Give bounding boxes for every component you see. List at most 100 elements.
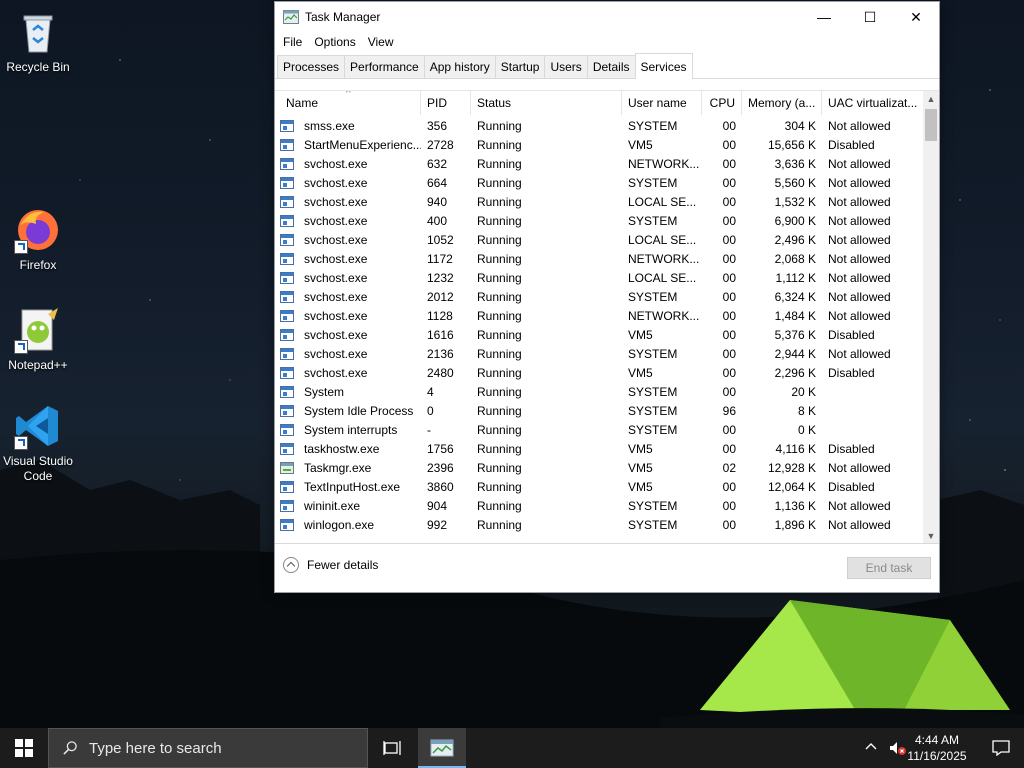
taskbar-search-box[interactable]: Type here to search <box>48 728 368 768</box>
desktop-icon-label: Visual Studio Code <box>3 454 73 483</box>
scroll-up-icon[interactable]: ▲ <box>923 91 939 107</box>
table-row[interactable]: wininit.exe 904 Running SYSTEM 00 1,136 K Not … <box>275 497 923 516</box>
column-header-status[interactable]: Status <box>471 91 622 115</box>
table-row[interactable]: svchost.exe 2012 Running SYSTEM 00 6,324 K Not… <box>275 288 923 307</box>
task-manager-icon <box>283 10 299 24</box>
table-row[interactable]: System 4 Running SYSTEM 00 20 K <box>275 383 923 402</box>
cell-memory: 5,560 K <box>774 176 816 190</box>
process-name: System interrupts <box>304 423 398 437</box>
minimize-button[interactable]: — <box>801 2 847 32</box>
shortcut-arrow-icon <box>14 436 28 450</box>
end-task-button[interactable]: End task <box>847 557 931 579</box>
vertical-scrollbar[interactable]: ▲ ▼ <box>923 91 939 544</box>
cell-user-name: VM5 <box>628 442 653 456</box>
table-row[interactable]: smss.exe 356 Running SYSTEM 00 304 K Not allow… <box>275 117 923 136</box>
column-header-cpu[interactable]: CPU <box>702 91 742 115</box>
column-header-user-name[interactable]: User name <box>622 91 702 115</box>
cell-cpu: 00 <box>722 138 736 152</box>
cell-pid: 904 <box>427 499 448 513</box>
table-row[interactable]: svchost.exe 1172 Running NETWORK... 00 2,068 … <box>275 250 923 269</box>
table-row[interactable]: svchost.exe 1616 Running VM5 00 5,376 K Disabl… <box>275 326 923 345</box>
table-row[interactable]: taskhostw.exe 1756 Running VM5 00 4,116 K Disa… <box>275 440 923 459</box>
scroll-down-icon[interactable]: ▼ <box>923 528 939 544</box>
desktop-icon-recycle-bin[interactable]: Recycle Bin <box>0 8 76 75</box>
process-icon <box>280 196 294 208</box>
table-row[interactable]: winlogon.exe 992 Running SYSTEM 00 1,896 K Not… <box>275 516 923 535</box>
clock[interactable]: 4:44 AM 11/16/2025 <box>902 732 972 764</box>
fewer-details-button[interactable]: Fewer details <box>283 557 378 573</box>
cell-pid: 356 <box>427 119 448 133</box>
cell-uac: Not allowed <box>828 252 891 266</box>
tab-users[interactable]: Users <box>544 55 588 78</box>
cell-memory: 4,116 K <box>775 442 816 456</box>
cell-name: smss.exe <box>275 117 421 136</box>
cell-uac: Not allowed <box>828 309 891 323</box>
table-row[interactable]: StartMenuExperienc... 2728 Running VM5 00 15,… <box>275 136 923 155</box>
title-bar[interactable]: Task Manager — ☐ ✕ <box>275 2 939 32</box>
process-icon <box>280 329 294 341</box>
taskbar-task-manager-button[interactable] <box>418 728 466 768</box>
cell-pid: 1232 <box>427 271 454 285</box>
desktop-icon-notepad-plus-plus[interactable]: Notepad++ <box>0 306 76 373</box>
tab-app-history[interactable]: App history <box>423 55 496 78</box>
menu-file[interactable]: File <box>277 35 308 49</box>
cell-uac: Not allowed <box>828 119 891 133</box>
column-header-name[interactable]: ^ Name <box>280 91 421 115</box>
cell-cpu: 00 <box>722 480 736 494</box>
table-row[interactable]: svchost.exe 1052 Running LOCAL SE... 00 2,496… <box>275 231 923 250</box>
cell-status: Running <box>477 442 522 456</box>
scroll-thumb[interactable] <box>925 109 937 141</box>
menu-view[interactable]: View <box>362 35 400 49</box>
cell-memory: 1,112 K <box>775 271 816 285</box>
tab-performance[interactable]: Performance <box>344 55 425 78</box>
cell-memory: 15,656 K <box>767 138 816 152</box>
task-manager-icon <box>430 739 454 757</box>
chevron-up-icon[interactable] <box>864 740 878 754</box>
cell-cpu: 00 <box>722 347 736 361</box>
cell-name: svchost.exe <box>275 250 421 269</box>
task-manager-icon <box>280 462 294 474</box>
table-row[interactable]: System Idle Process 0 Running SYSTEM 96 8 K <box>275 402 923 421</box>
process-icon <box>280 177 294 189</box>
close-button[interactable]: ✕ <box>893 2 939 32</box>
start-button[interactable] <box>0 728 48 768</box>
cell-pid: - <box>427 423 431 437</box>
desktop-icon-vscode[interactable]: Visual Studio Code <box>0 402 76 484</box>
search-icon <box>63 741 77 755</box>
task-view-button[interactable] <box>372 728 412 768</box>
cell-pid: 1052 <box>427 233 454 247</box>
cell-cpu: 00 <box>722 366 736 380</box>
tab-details[interactable]: Details <box>586 55 636 78</box>
column-header-uac[interactable]: UAC virtualizat... <box>822 91 923 115</box>
maximize-button[interactable]: ☐ <box>847 2 893 32</box>
tab-services[interactable]: Services <box>634 53 693 79</box>
column-header-pid[interactable]: PID <box>421 91 471 115</box>
cell-pid: 2728 <box>427 138 454 152</box>
table-row[interactable]: System interrupts - Running SYSTEM 00 0 K <box>275 421 923 440</box>
tab-startup[interactable]: Startup <box>494 55 546 78</box>
table-row[interactable]: svchost.exe 1128 Running NETWORK... 00 1,484 … <box>275 307 923 326</box>
table-row[interactable]: svchost.exe 2136 Running SYSTEM 00 2,944 K Not… <box>275 345 923 364</box>
tab-processes[interactable]: Processes <box>277 55 346 78</box>
table-row[interactable]: svchost.exe 664 Running SYSTEM 00 5,560 K Not … <box>275 174 923 193</box>
cell-memory: 1,484 K <box>774 309 816 323</box>
cell-memory: 6,900 K <box>774 214 816 228</box>
table-row[interactable]: svchost.exe 940 Running LOCAL SE... 00 1,532 … <box>275 193 923 212</box>
table-row[interactable]: Taskmgr.exe 2396 Running VM5 02 12,928 K Not a… <box>275 459 923 478</box>
cell-status: Running <box>477 385 522 399</box>
table-row[interactable]: svchost.exe 1232 Running LOCAL SE... 00 1,112… <box>275 269 923 288</box>
column-header-memory[interactable]: Memory (a... <box>742 91 822 115</box>
cell-pid: 400 <box>427 214 448 228</box>
system-tray: 4:44 AM 11/16/2025 <box>824 728 1024 768</box>
table-row[interactable]: TextInputHost.exe 3860 Running VM5 00 12,064 … <box>275 478 923 497</box>
notification-icon[interactable] <box>992 740 1010 756</box>
cell-status: Running <box>477 271 522 285</box>
desktop-icon-firefox[interactable]: Firefox <box>0 206 76 273</box>
cell-uac: Not allowed <box>828 195 891 209</box>
cell-pid: 1616 <box>427 328 454 342</box>
cell-pid: 664 <box>427 176 448 190</box>
table-row[interactable]: svchost.exe 2480 Running VM5 00 2,296 K Disabl… <box>275 364 923 383</box>
table-row[interactable]: svchost.exe 400 Running SYSTEM 00 6,900 K Not … <box>275 212 923 231</box>
menu-options[interactable]: Options <box>308 35 361 49</box>
table-row[interactable]: svchost.exe 632 Running NETWORK... 00 3,636 K… <box>275 155 923 174</box>
